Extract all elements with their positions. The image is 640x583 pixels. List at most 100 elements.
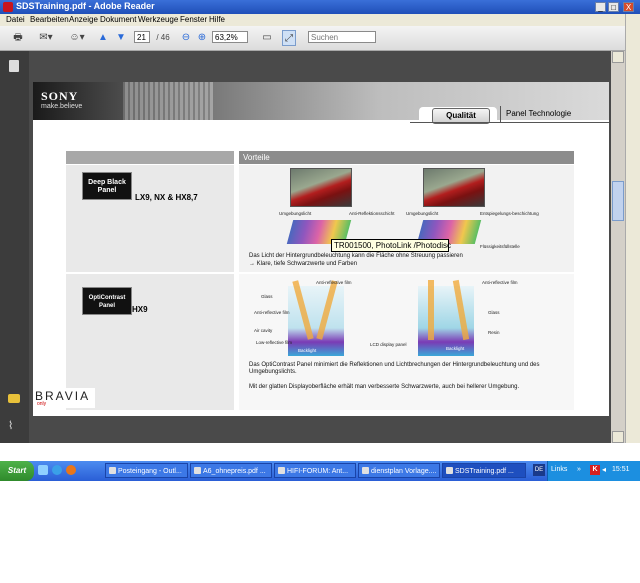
bravia-sub: only — [37, 401, 47, 407]
menu-werkzeuge[interactable]: Werkzeuge — [138, 15, 178, 24]
row-1-description-2: → Klare, tiefe Schwarzwerte und Farben — [249, 261, 358, 267]
volume-icon[interactable]: ◂ — [602, 465, 610, 475]
zoom-in-icon[interactable]: ⊕ — [196, 30, 208, 46]
task-a6-pdf[interactable]: A6_ohnepreis.pdf ... — [190, 463, 272, 478]
internet-explorer-icon[interactable] — [52, 465, 62, 475]
label-ar-film-right: Anti-reflective film — [482, 280, 518, 285]
background-window-edge — [625, 14, 640, 443]
deep-black-panel-badge: Deep Black Panel — [82, 172, 132, 200]
page-section-title: Panel Technologie — [506, 109, 572, 118]
scroll-down-button[interactable] — [612, 431, 624, 443]
search-input[interactable]: Suchen — [308, 31, 376, 43]
clock: 15:51 — [612, 466, 630, 473]
label-fluessigkeit: Flüssigkeitsfüllstelle — [480, 244, 520, 249]
image-tooltip: TR001500, PhotoLink /Photodisc — [331, 239, 451, 252]
bravia-logo: BRAVIA only — [33, 388, 95, 408]
badge-line2: Panel — [98, 303, 115, 309]
pdf-icon — [446, 467, 453, 474]
chevron-right-icon[interactable]: » — [577, 466, 581, 473]
minimize-button[interactable]: _ — [595, 2, 606, 12]
row-1-models: LX9, NX & HX8,7 — [135, 193, 198, 202]
row-2-models: HX9 — [132, 305, 148, 314]
badge-line1: OptiContrast — [88, 295, 126, 301]
language-indicator[interactable]: DE — [533, 464, 545, 476]
collaborate-icon[interactable]: ☺▾ — [66, 30, 88, 46]
task-label: A6_ohnepreis.pdf ... — [203, 468, 266, 475]
antivirus-icon[interactable]: K — [590, 465, 600, 475]
task-dienstplan[interactable]: dienstplan Vorlage.... — [358, 463, 440, 478]
car-image-right — [423, 168, 485, 207]
opticontrast-panel-badge: OptiContrast Panel — [82, 287, 132, 315]
label-low-reflective: Low-reflective film — [256, 340, 293, 345]
next-page-icon[interactable]: ▼ — [115, 30, 127, 46]
menu-anzeige[interactable]: Anzeige — [69, 15, 98, 24]
task-label: Posteingang - Outl... — [118, 468, 182, 475]
menu-dokument[interactable]: Dokument — [100, 15, 136, 24]
light-ray-3 — [428, 280, 434, 340]
show-desktop-icon[interactable] — [38, 465, 48, 475]
task-hifi-forum[interactable]: HIFI-FORUM: Ant... — [274, 463, 356, 478]
menu-datei[interactable]: Datei — [6, 15, 25, 24]
scroll-thumb[interactable] — [612, 181, 624, 221]
label-lcd-panel: LCD display panel — [370, 342, 407, 347]
row-1-description-1: Das Licht der Hintergrundbeleuchtung kan… — [249, 253, 463, 259]
label-ar-film-top: Anti-reflective film — [316, 280, 352, 285]
building-image — [123, 82, 213, 120]
label-backlight-left: Backlight — [298, 348, 317, 353]
pages-icon[interactable] — [9, 60, 19, 72]
row-2-description-2: Umgebungslichts. — [249, 369, 297, 375]
label-air-cavity: Air cavity — [254, 328, 273, 333]
navigation-pane: ⌇ — [0, 51, 29, 443]
tab-divider — [500, 106, 501, 123]
sony-tagline: make.believe — [41, 103, 83, 110]
table-header-left — [66, 151, 234, 164]
toolbar: 🖶 ✉▾ ☺▾ ▲ ▼ 21 / 46 ⊖ ⊕ 63,2% ▭ ⤢ Suchen — [0, 26, 640, 51]
page-number-input[interactable]: 21 — [134, 31, 150, 43]
scroll-up-button[interactable] — [612, 51, 624, 63]
firefox-icon[interactable] — [66, 465, 76, 475]
close-button[interactable]: X — [623, 2, 634, 12]
label-anti-reflektion: Anti-Reflektionsschicht — [349, 211, 395, 216]
adobe-reader-icon — [3, 2, 13, 12]
menu-hilfe[interactable]: Hilfe — [209, 15, 225, 24]
page-total: / 46 — [156, 33, 170, 42]
fit-width-icon[interactable]: ⤢ — [282, 30, 296, 46]
maximize-button[interactable]: □ — [608, 2, 619, 12]
firefox-icon — [278, 467, 285, 474]
label-ar-film-left: Anti-reflective film — [254, 310, 290, 315]
zoom-out-icon[interactable]: ⊖ — [180, 30, 192, 46]
pdf-icon — [194, 467, 201, 474]
window-title-bar: SDSTraining.pdf - Adobe Reader _ □ X — [0, 0, 640, 14]
menu-bearbeiten[interactable]: Bearbeiten — [30, 15, 69, 24]
table-header-advantages: Vorteile — [239, 151, 574, 164]
previous-page-icon[interactable]: ▲ — [97, 30, 109, 46]
attachments-icon[interactable]: ⌇ — [8, 420, 20, 432]
email-icon[interactable]: ✉▾ — [35, 30, 57, 46]
task-label: HIFI-FORUM: Ant... — [287, 468, 349, 475]
header-divider — [410, 122, 609, 123]
menu-fenster[interactable]: Fenster — [180, 15, 207, 24]
print-icon[interactable]: 🖶 — [9, 30, 27, 46]
menu-bar: Datei Bearbeiten Anzeige Dokument Werkze… — [0, 14, 640, 26]
label-glass-left: Glass — [261, 294, 273, 299]
label-glass-right: Glass — [488, 310, 500, 315]
task-outlook[interactable]: Posteingang - Outl... — [105, 463, 188, 478]
start-button[interactable]: Start — [0, 461, 34, 481]
label-umgebungslicht-2: Umgebungslicht — [406, 211, 439, 216]
window-title: SDSTraining.pdf - Adobe Reader — [16, 1, 155, 11]
label-umgebungslicht-1: Umgebungslicht — [279, 211, 312, 216]
car-image-left — [290, 168, 352, 207]
fit-page-icon[interactable]: ▭ — [260, 30, 274, 46]
vertical-scrollbar[interactable] — [611, 51, 625, 443]
task-sdstraining[interactable]: SDSTraining.pdf ... — [442, 463, 526, 478]
zoom-select[interactable]: 63,2% — [212, 31, 248, 43]
links-toolbar[interactable]: Links — [551, 466, 567, 473]
outlook-icon — [109, 467, 116, 474]
task-label: dienstplan Vorlage.... — [371, 468, 437, 475]
badge-line2: Panel — [97, 187, 117, 194]
task-label: SDSTraining.pdf ... — [455, 468, 514, 475]
label-backlight-right: Backlight — [446, 346, 465, 351]
label-resin: Resin — [488, 330, 500, 335]
row-2-description-1: Das OptiContrast Panel minimiert die Ref… — [249, 362, 540, 368]
comments-icon[interactable] — [8, 394, 20, 403]
